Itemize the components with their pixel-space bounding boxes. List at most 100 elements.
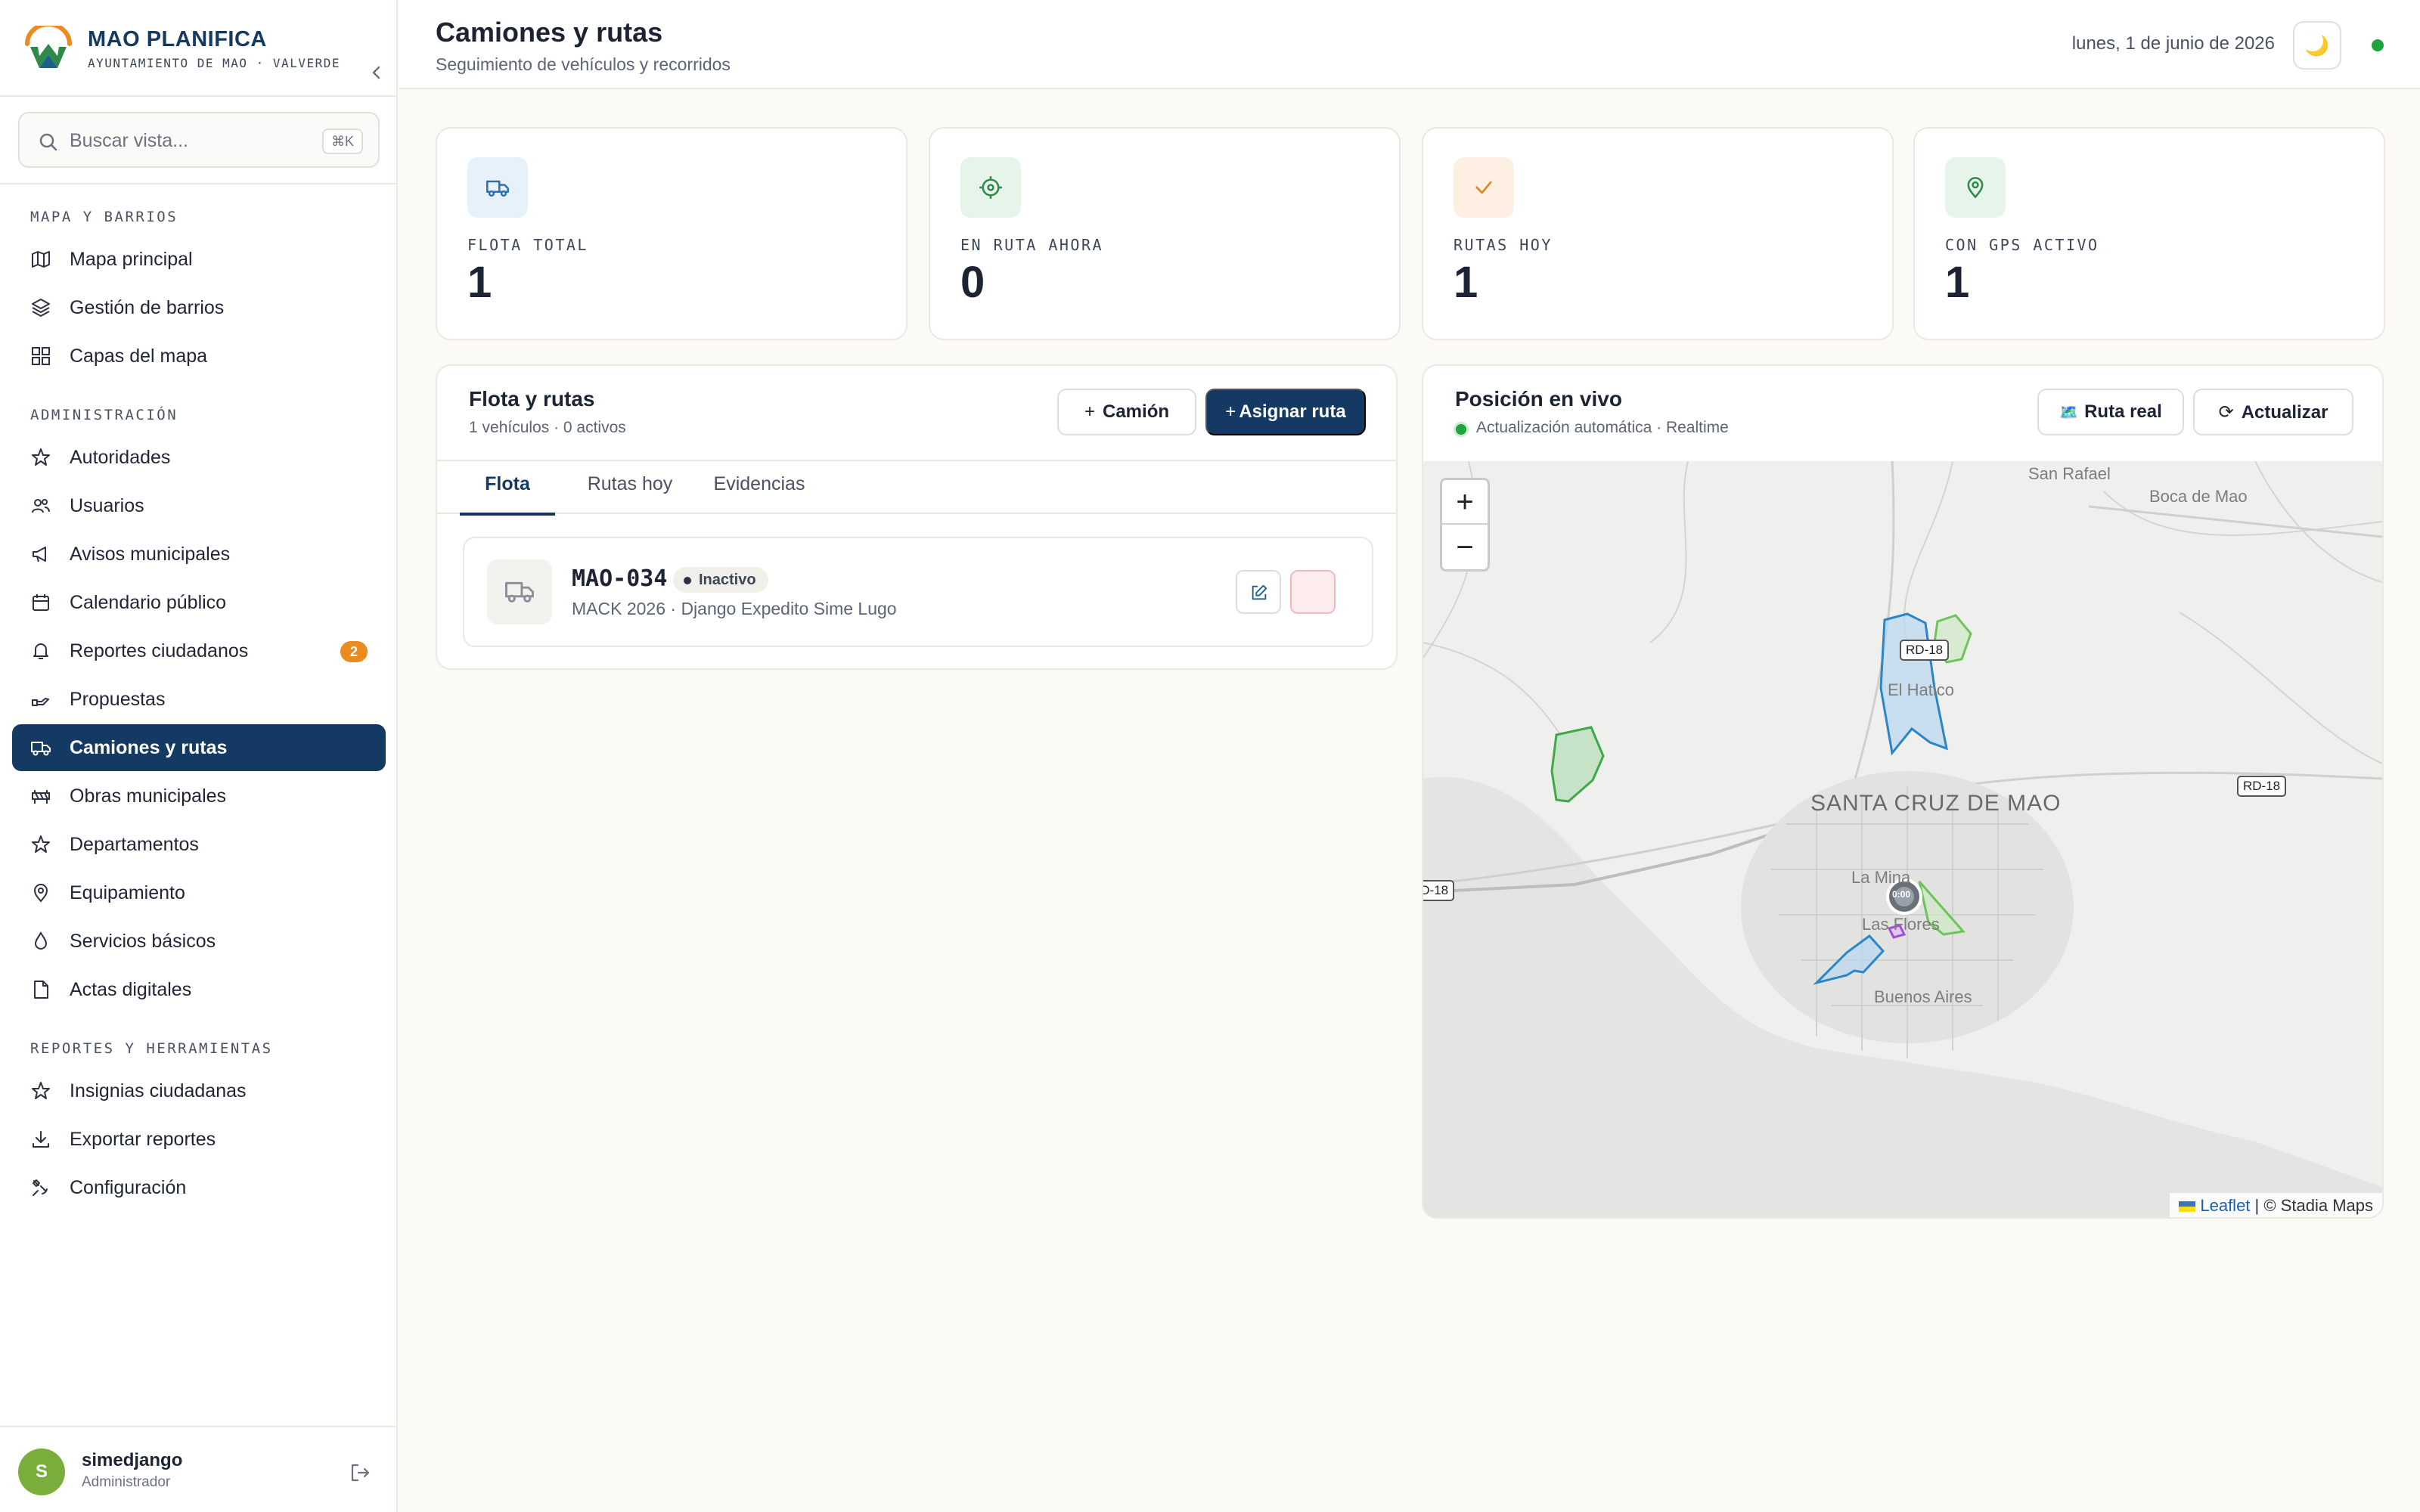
- sidebar-item-actas[interactable]: Actas digitales: [12, 966, 386, 1013]
- stat-value: 1: [1454, 258, 1478, 307]
- sidebar-item-label: Equipamiento: [70, 882, 185, 903]
- sidebar-item-label: Usuarios: [70, 495, 144, 516]
- sidebar-item-label: Avisos municipales: [70, 544, 231, 565]
- refresh-icon: ⟳: [2218, 401, 2234, 423]
- zoom-out-button[interactable]: −: [1442, 525, 1488, 570]
- live-map[interactable]: San Rafael Boca de Mao El Hatico SANTA C…: [1423, 461, 2382, 1217]
- star-icon: [32, 1082, 50, 1099]
- map-label-las-flores: Las Flores: [1862, 915, 1940, 934]
- sidebar-item-propuestas[interactable]: Propuestas: [12, 676, 386, 723]
- sidebar-item-reportes[interactable]: Reportes ciudadanos 2: [12, 627, 386, 674]
- sidebar-item-autoridades[interactable]: Autoridades: [12, 434, 386, 481]
- calendar-icon: [33, 594, 49, 611]
- truck-marker-label[interactable]: 0:00: [1892, 889, 1910, 900]
- map-tiles: [1423, 461, 2382, 1217]
- collapse-sidebar-chevron-left-icon[interactable]: [366, 62, 387, 83]
- sidebar-divider: [0, 183, 398, 184]
- edit-truck-button[interactable]: [1236, 570, 1281, 614]
- stat-label: EN RUTA AHORA: [960, 236, 1104, 254]
- brand-logo-icon: [25, 26, 72, 68]
- stat-value: 1: [1945, 258, 1970, 307]
- sidebar-item-servicios[interactable]: Servicios básicos: [12, 918, 386, 965]
- sidebar-item-label: Calendario público: [70, 592, 227, 613]
- map-attribution: Leaflet | © Stadia Maps: [2170, 1193, 2382, 1217]
- sidebar-item-label: Reportes ciudadanos: [70, 640, 249, 662]
- truck-icon: [31, 742, 51, 756]
- zoom-control: + −: [1440, 478, 1490, 572]
- stat-label: FLOTA TOTAL: [467, 236, 588, 254]
- refresh-button[interactable]: ⟳ Actualizar: [2193, 389, 2353, 435]
- nav-section-title: REPORTES Y HERRAMIENTAS: [30, 1040, 273, 1057]
- sidebar-item-obras[interactable]: Obras municipales: [12, 773, 386, 820]
- nav-section-title: MAPA Y BARRIOS: [30, 209, 178, 225]
- map-label-san-rafael: San Rafael: [2028, 464, 2111, 483]
- search-input[interactable]: [70, 124, 296, 157]
- nav-section-title: ADMINISTRACIÓN: [30, 407, 178, 423]
- page-title: Camiones y rutas: [436, 17, 663, 48]
- sidebar-item-mapa-principal[interactable]: Mapa principal: [12, 236, 386, 283]
- add-truck-button[interactable]: + Camión: [1057, 389, 1196, 435]
- sidebar-item-camiones-rutas[interactable]: Camiones y rutas: [12, 724, 386, 771]
- logout-icon[interactable]: [348, 1461, 372, 1485]
- satellite-icon: [33, 1179, 48, 1196]
- delete-truck-button[interactable]: [1290, 570, 1336, 614]
- file-icon: [34, 981, 48, 999]
- sidebar-item-insignias[interactable]: Insignias ciudadanas: [12, 1067, 386, 1114]
- theme-toggle-button[interactable]: 🌙: [2293, 21, 2341, 70]
- truck-plate: MAO-034: [572, 565, 668, 592]
- map-label-la-mina: La Mina: [1851, 868, 1911, 887]
- sidebar-item-label: Departamentos: [70, 834, 199, 855]
- sidebar-item-equipamiento[interactable]: Equipamiento: [12, 869, 386, 916]
- tab-evidencias[interactable]: Evidencias: [703, 473, 815, 516]
- sidebar-item-departamentos[interactable]: Departamentos: [12, 821, 386, 868]
- zoom-in-button[interactable]: +: [1442, 480, 1488, 525]
- check-icon: [1475, 181, 1492, 194]
- leaflet-link[interactable]: Leaflet: [2200, 1196, 2250, 1215]
- reports-count-badge: 2: [340, 641, 368, 662]
- map-icon: 🗺️: [2059, 404, 2079, 421]
- edit-icon: [1252, 584, 1267, 600]
- plus-icon: +: [1225, 401, 1236, 422]
- sidebar-item-capas-mapa[interactable]: Capas del mapa: [12, 333, 386, 380]
- sidebar-item-usuarios[interactable]: Usuarios: [12, 482, 386, 529]
- real-route-label: Ruta real: [2084, 401, 2162, 422]
- sidebar-item-exportar[interactable]: Exportar reportes: [12, 1116, 386, 1163]
- stat-label: RUTAS HOY: [1454, 236, 1553, 254]
- sidebar-item-configuracion[interactable]: Configuración: [12, 1164, 386, 1211]
- attribution-text: | © Stadia Maps: [2254, 1196, 2373, 1215]
- fleet-panel-title: Flota y rutas: [469, 387, 595, 411]
- fleet-panel-subtitle: 1 vehículos · 0 activos: [469, 419, 626, 436]
- bell-icon: [33, 643, 48, 659]
- stat-icon-box: [960, 157, 1021, 218]
- live-status-dot: [1454, 422, 1469, 437]
- stat-card-rutas-hoy: RUTAS HOY 1: [1422, 127, 1894, 340]
- assign-route-button[interactable]: + Asignar ruta: [1205, 389, 1366, 435]
- truck-list-item[interactable]: MAO-034 Inactivo MACK 2026 · Django Expe…: [463, 537, 1373, 647]
- construction-icon: [32, 790, 50, 804]
- droplet-icon: [34, 931, 48, 950]
- real-route-button[interactable]: 🗺️ Ruta real: [2037, 389, 2184, 435]
- crosshair-icon: [979, 176, 1002, 199]
- stat-card-flota-total: FLOTA TOTAL 1: [436, 127, 908, 340]
- truck-icon: [486, 180, 509, 197]
- sidebar-item-label: Mapa principal: [70, 249, 193, 270]
- avatar[interactable]: S: [18, 1448, 65, 1495]
- sidebar-item-avisos[interactable]: Avisos municipales: [12, 531, 386, 578]
- sidebar-item-gestion-barrios[interactable]: Gestión de barrios: [12, 284, 386, 331]
- search-box[interactable]: ⌘K: [18, 112, 380, 168]
- connection-status-dot: [2372, 39, 2384, 51]
- user-profile: S simedjango Administrador: [0, 1426, 398, 1512]
- current-date: lunes, 1 de junio de 2026: [2071, 33, 2275, 54]
- plus-icon: +: [1084, 401, 1095, 422]
- sidebar-item-label: Autoridades: [70, 447, 171, 468]
- status-badge: Inactivo: [673, 567, 768, 593]
- sidebar-item-calendario[interactable]: Calendario público: [12, 579, 386, 626]
- fleet-tabs: Flota Rutas hoy Evidencias: [437, 460, 1396, 516]
- tab-rutas-hoy[interactable]: Rutas hoy: [573, 473, 687, 516]
- truck-icon: [505, 581, 534, 603]
- live-position-panel: Posición en vivo Actualización automátic…: [1422, 364, 2384, 1219]
- tab-flota[interactable]: Flota: [460, 473, 555, 516]
- sidebar: MAO PLANIFICA AYUNTAMIENTO DE MAO · VALV…: [0, 0, 398, 1512]
- stat-icon-box: [1454, 157, 1514, 218]
- user-name: simedjango: [82, 1450, 183, 1470]
